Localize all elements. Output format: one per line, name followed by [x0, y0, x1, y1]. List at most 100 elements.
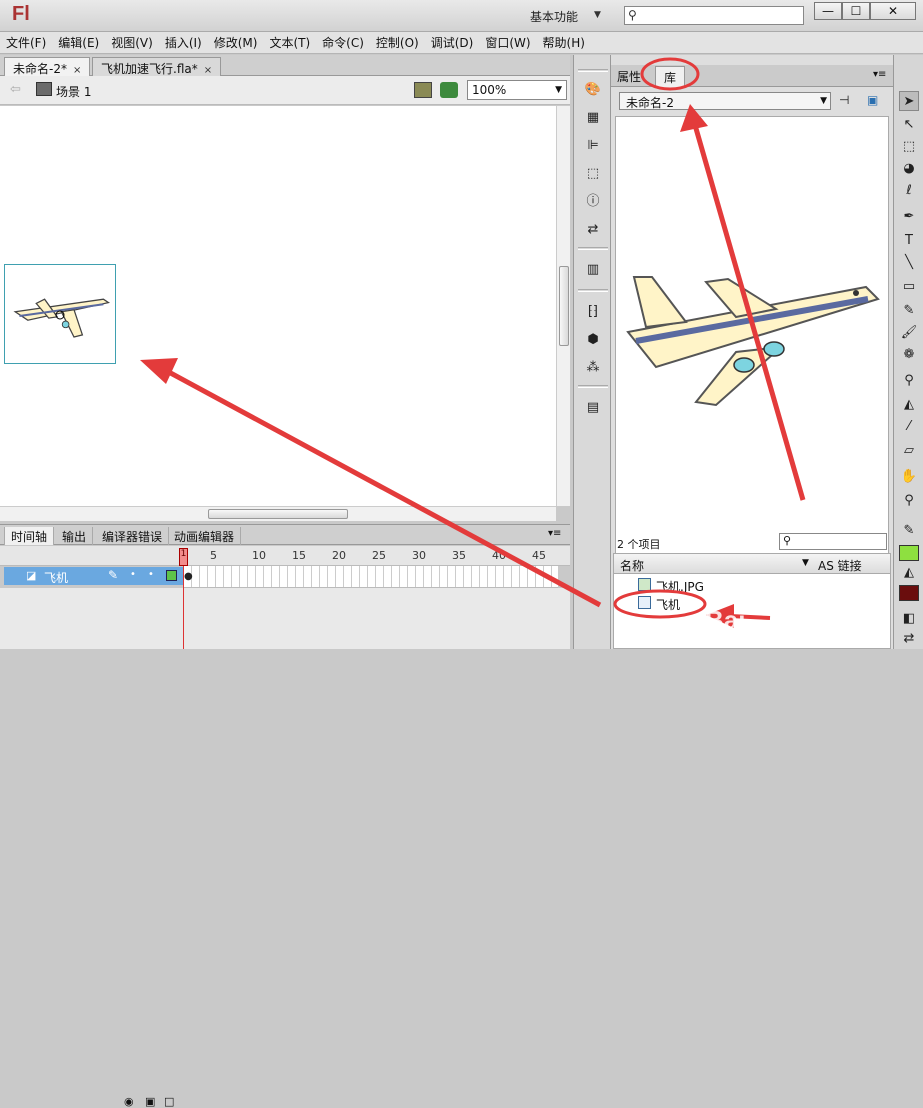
- layer-name: 飞机: [44, 571, 69, 585]
- menu-commands[interactable]: 命令(C): [322, 34, 364, 51]
- tab-motion-editor[interactable]: 动画编辑器: [168, 527, 242, 545]
- pencil-tool-icon[interactable]: ✎: [899, 301, 919, 321]
- menu-help[interactable]: 帮助(H): [543, 34, 585, 51]
- library-search-input[interactable]: ⚲: [779, 533, 887, 550]
- column-linkage[interactable]: AS 链接: [818, 557, 862, 574]
- panel-menu-icon[interactable]: ▾≡: [548, 528, 561, 539]
- free-transform-tool-icon[interactable]: ⬚: [899, 137, 919, 157]
- sort-icon[interactable]: ▼: [802, 558, 809, 568]
- library-item[interactable]: 飞机: [614, 594, 890, 612]
- fill-color-icon[interactable]: ◭: [899, 563, 919, 583]
- text-tool-icon[interactable]: T: [899, 231, 919, 251]
- layer-outline-color[interactable]: [166, 570, 177, 581]
- menu-file[interactable]: 文件(F): [6, 34, 46, 51]
- back-arrow-icon[interactable]: ⇦: [10, 82, 21, 97]
- divider: [578, 289, 608, 292]
- selection-tool-icon[interactable]: ➤: [899, 91, 919, 111]
- workspace-switcher[interactable]: 基本功能: [530, 8, 578, 25]
- frame-number: 25: [372, 549, 386, 562]
- tab-properties[interactable]: 属性: [617, 68, 641, 85]
- lock-icon[interactable]: ▣: [145, 1095, 155, 1108]
- bone-tool-icon[interactable]: ⚲: [899, 371, 919, 391]
- menu-window[interactable]: 窗口(W): [485, 34, 530, 51]
- menu-control[interactable]: 控制(O): [376, 34, 419, 51]
- subselection-tool-icon[interactable]: ↖: [899, 115, 919, 135]
- chevron-down-icon[interactable]: ▼: [594, 10, 601, 20]
- pen-tool-icon[interactable]: ✒: [899, 207, 919, 227]
- edit-symbol-icon[interactable]: [440, 82, 458, 98]
- maximize-button[interactable]: ☐: [842, 2, 870, 20]
- scrollbar-thumb[interactable]: [208, 509, 348, 519]
- minimize-button[interactable]: —: [814, 2, 842, 20]
- playhead[interactable]: 1: [179, 548, 188, 566]
- close-icon[interactable]: ×: [204, 65, 212, 76]
- deco-tool-icon[interactable]: ❁: [899, 345, 919, 365]
- layer-row[interactable]: ◪ 飞机 ✎ • •: [4, 567, 184, 585]
- eyedropper-tool-icon[interactable]: ⁄: [899, 417, 919, 437]
- menu-debug[interactable]: 调试(D): [431, 34, 474, 51]
- close-icon[interactable]: ×: [73, 65, 81, 76]
- movie-explorer-icon[interactable]: ▥: [583, 261, 603, 279]
- column-name[interactable]: 名称: [620, 557, 644, 574]
- menu-view[interactable]: 视图(V): [111, 34, 153, 51]
- divider: [578, 69, 608, 72]
- lasso-tool-icon[interactable]: ℓ: [899, 181, 919, 201]
- motion-presets-icon[interactable]: ⁂: [583, 359, 603, 377]
- close-button[interactable]: ✕: [870, 2, 916, 20]
- stage-vertical-scrollbar[interactable]: [556, 106, 570, 506]
- stroke-color-swatch[interactable]: [899, 545, 919, 561]
- scrollbar-thumb[interactable]: [559, 266, 569, 346]
- doc-tab-untitled[interactable]: 未命名-2* ×: [4, 57, 91, 76]
- library-item[interactable]: 飞机.JPG: [614, 576, 890, 594]
- transform-icon[interactable]: ⬚: [583, 165, 603, 183]
- menu-modify[interactable]: 修改(M): [214, 34, 258, 51]
- brush-tool-icon[interactable]: 🖌: [899, 323, 919, 343]
- color-icon[interactable]: 🎨: [583, 81, 603, 99]
- library-panel: 属性 库 ▾≡ 未命名-2 ▼ ⊣ ▣ 2 个项目 ⚲ 名称 ▼ AS 链接 飞…: [611, 55, 893, 649]
- fill-color-swatch[interactable]: [899, 585, 919, 601]
- outline-icon[interactable]: □: [164, 1095, 174, 1108]
- paint-bucket-tool-icon[interactable]: ◭: [899, 395, 919, 415]
- black-white-icon[interactable]: ◧: [899, 609, 919, 629]
- visibility-dot[interactable]: •: [130, 569, 136, 580]
- library-document-select[interactable]: 未命名-2 ▼: [619, 92, 831, 110]
- eye-icon[interactable]: ◉: [124, 1095, 134, 1108]
- line-tool-icon[interactable]: ╲: [899, 253, 919, 273]
- lock-dot[interactable]: •: [148, 569, 154, 580]
- components-icon[interactable]: ⬢: [583, 331, 603, 349]
- project-icon[interactable]: ▤: [583, 399, 603, 417]
- eraser-tool-icon[interactable]: ▱: [899, 441, 919, 461]
- tools-panel: ➤ ↖ ⬚ ◕ ℓ ✒ T ╲ ▭ ✎ 🖌 ❁ ⚲ ◭ ⁄ ▱ ✋ ⚲ ✎ ◭ …: [893, 55, 923, 649]
- menu-insert[interactable]: 插入(I): [165, 34, 202, 51]
- actions-icon[interactable]: ⁅⁆: [583, 303, 603, 321]
- new-library-panel-icon[interactable]: ▣: [867, 93, 878, 107]
- pin-icon[interactable]: ⊣: [839, 93, 849, 107]
- scene-panel-icon[interactable]: ⇄: [583, 221, 603, 239]
- swatches-icon[interactable]: ▦: [583, 109, 603, 127]
- menu-edit[interactable]: 编辑(E): [58, 34, 99, 51]
- stroke-color-icon[interactable]: ✎: [899, 521, 919, 541]
- stage-horizontal-scrollbar[interactable]: [0, 506, 556, 521]
- help-search-input[interactable]: ⚲: [624, 6, 804, 25]
- 3d-rotation-tool-icon[interactable]: ◕: [899, 159, 919, 179]
- align-icon[interactable]: ⊫: [583, 137, 603, 155]
- panel-menu-icon[interactable]: ▾≡: [873, 69, 886, 80]
- info-icon[interactable]: ⓘ: [583, 193, 603, 211]
- zoom-select[interactable]: 100% ▼: [467, 80, 567, 100]
- timeline-header: ◉ ▣ □: [0, 546, 570, 1108]
- rectangle-tool-icon[interactable]: ▭: [899, 277, 919, 297]
- swap-colors-icon[interactable]: ⇄: [899, 629, 919, 649]
- frame-number: 45: [532, 549, 546, 562]
- edit-scene-icon[interactable]: [414, 82, 432, 98]
- frame-grid[interactable]: [184, 566, 558, 588]
- plane-instance[interactable]: [4, 264, 116, 364]
- doc-tab-plane[interactable]: 飞机加速飞行.fla* ×: [92, 57, 222, 76]
- zoom-tool-icon[interactable]: ⚲: [899, 491, 919, 511]
- tab-timeline[interactable]: 时间轴: [4, 527, 55, 545]
- tab-compiler-errors[interactable]: 编译器错误: [96, 527, 170, 545]
- hand-tool-icon[interactable]: ✋: [899, 467, 919, 487]
- tab-output[interactable]: 输出: [56, 527, 94, 545]
- menu-text[interactable]: 文本(T): [269, 34, 310, 51]
- keyframe[interactable]: ●: [184, 571, 193, 582]
- tab-library[interactable]: 库: [655, 66, 686, 88]
